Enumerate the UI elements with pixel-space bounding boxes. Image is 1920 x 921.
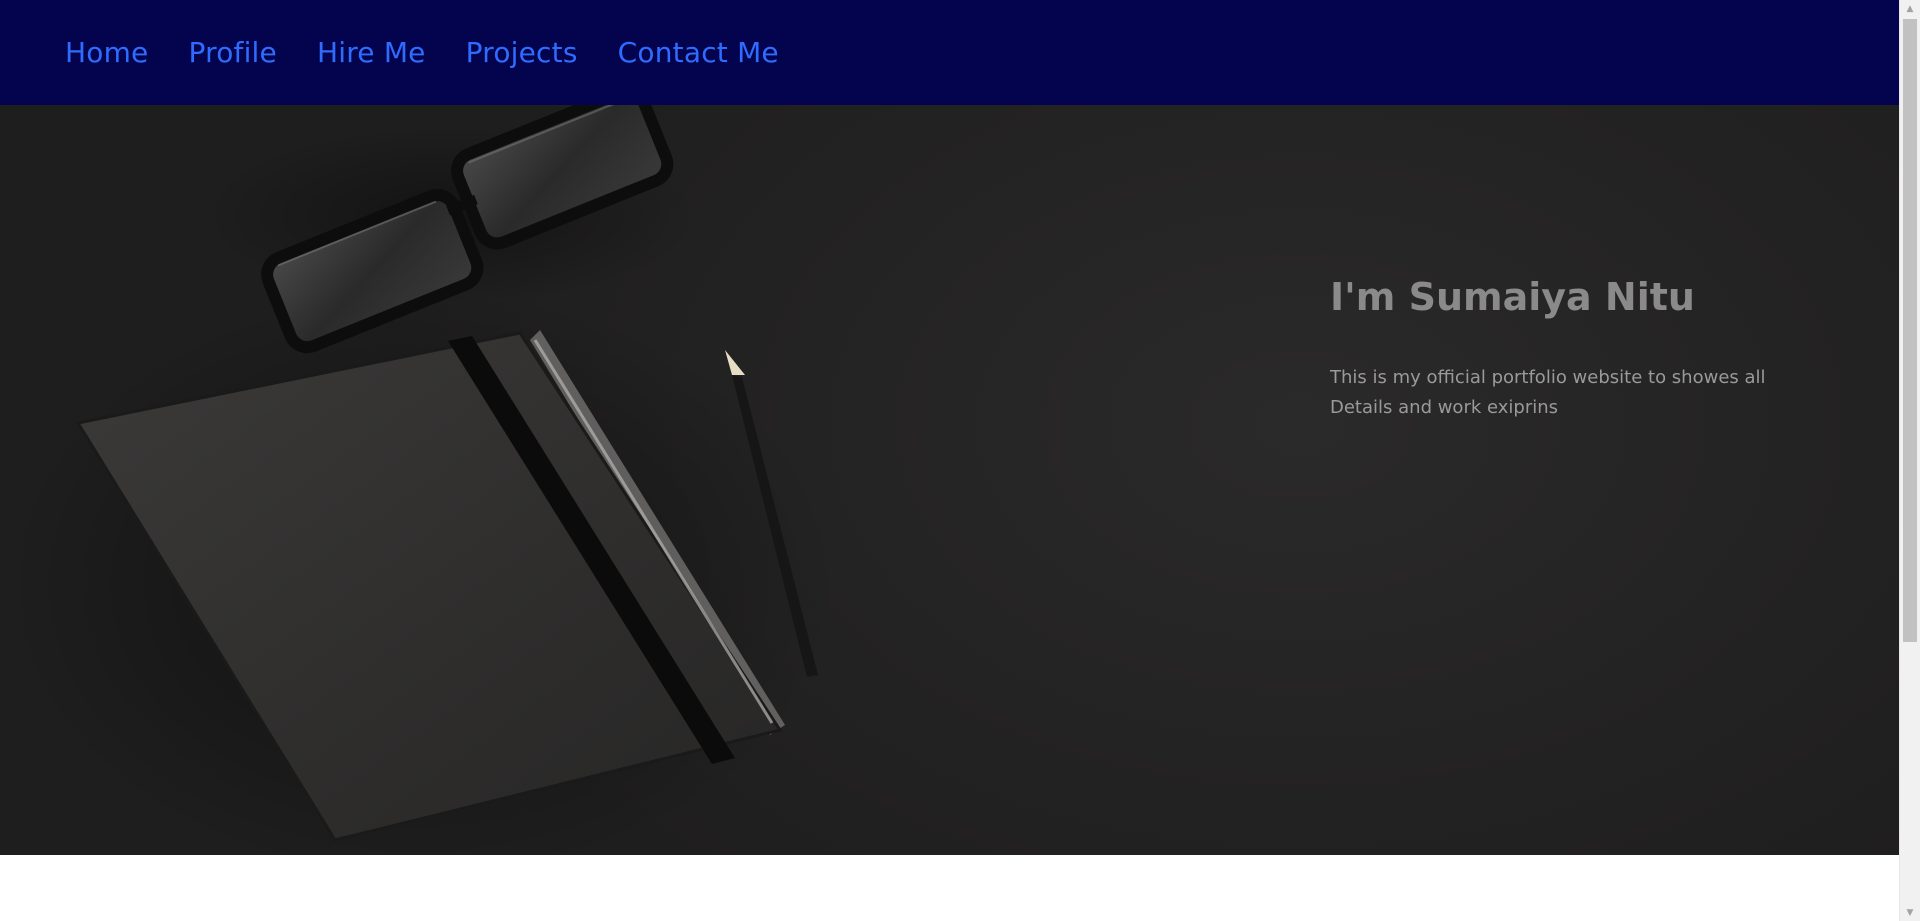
nav-link-projects[interactable]: Projects (466, 36, 578, 69)
hero-description: This is my official portfolio website to… (1330, 366, 1766, 418)
vertical-scrollbar[interactable]: ▲ ▼ (1899, 0, 1920, 921)
chevron-up-icon[interactable]: ▲ (1900, 0, 1920, 17)
hero-background-image (0, 105, 840, 855)
nav-link-hire-me[interactable]: Hire Me (317, 36, 426, 69)
hero-title: I'm Sumaiya Nitu (1330, 275, 1695, 319)
hero-section: I'm Sumaiya Nitu This is my official por… (0, 105, 1899, 855)
top-navbar: Home Profile Hire Me Projects Contact Me (0, 0, 1899, 105)
page: Home Profile Hire Me Projects Contact Me (0, 0, 1899, 921)
nav-link-profile[interactable]: Profile (189, 36, 277, 69)
scrollbar-thumb[interactable] (1903, 19, 1917, 642)
nav-link-contact-me[interactable]: Contact Me (618, 36, 779, 69)
hero-text-block: I'm Sumaiya Nitu This is my official por… (1330, 275, 1790, 423)
chevron-down-icon[interactable]: ▼ (1900, 904, 1920, 921)
nav-link-home[interactable]: Home (65, 36, 149, 69)
